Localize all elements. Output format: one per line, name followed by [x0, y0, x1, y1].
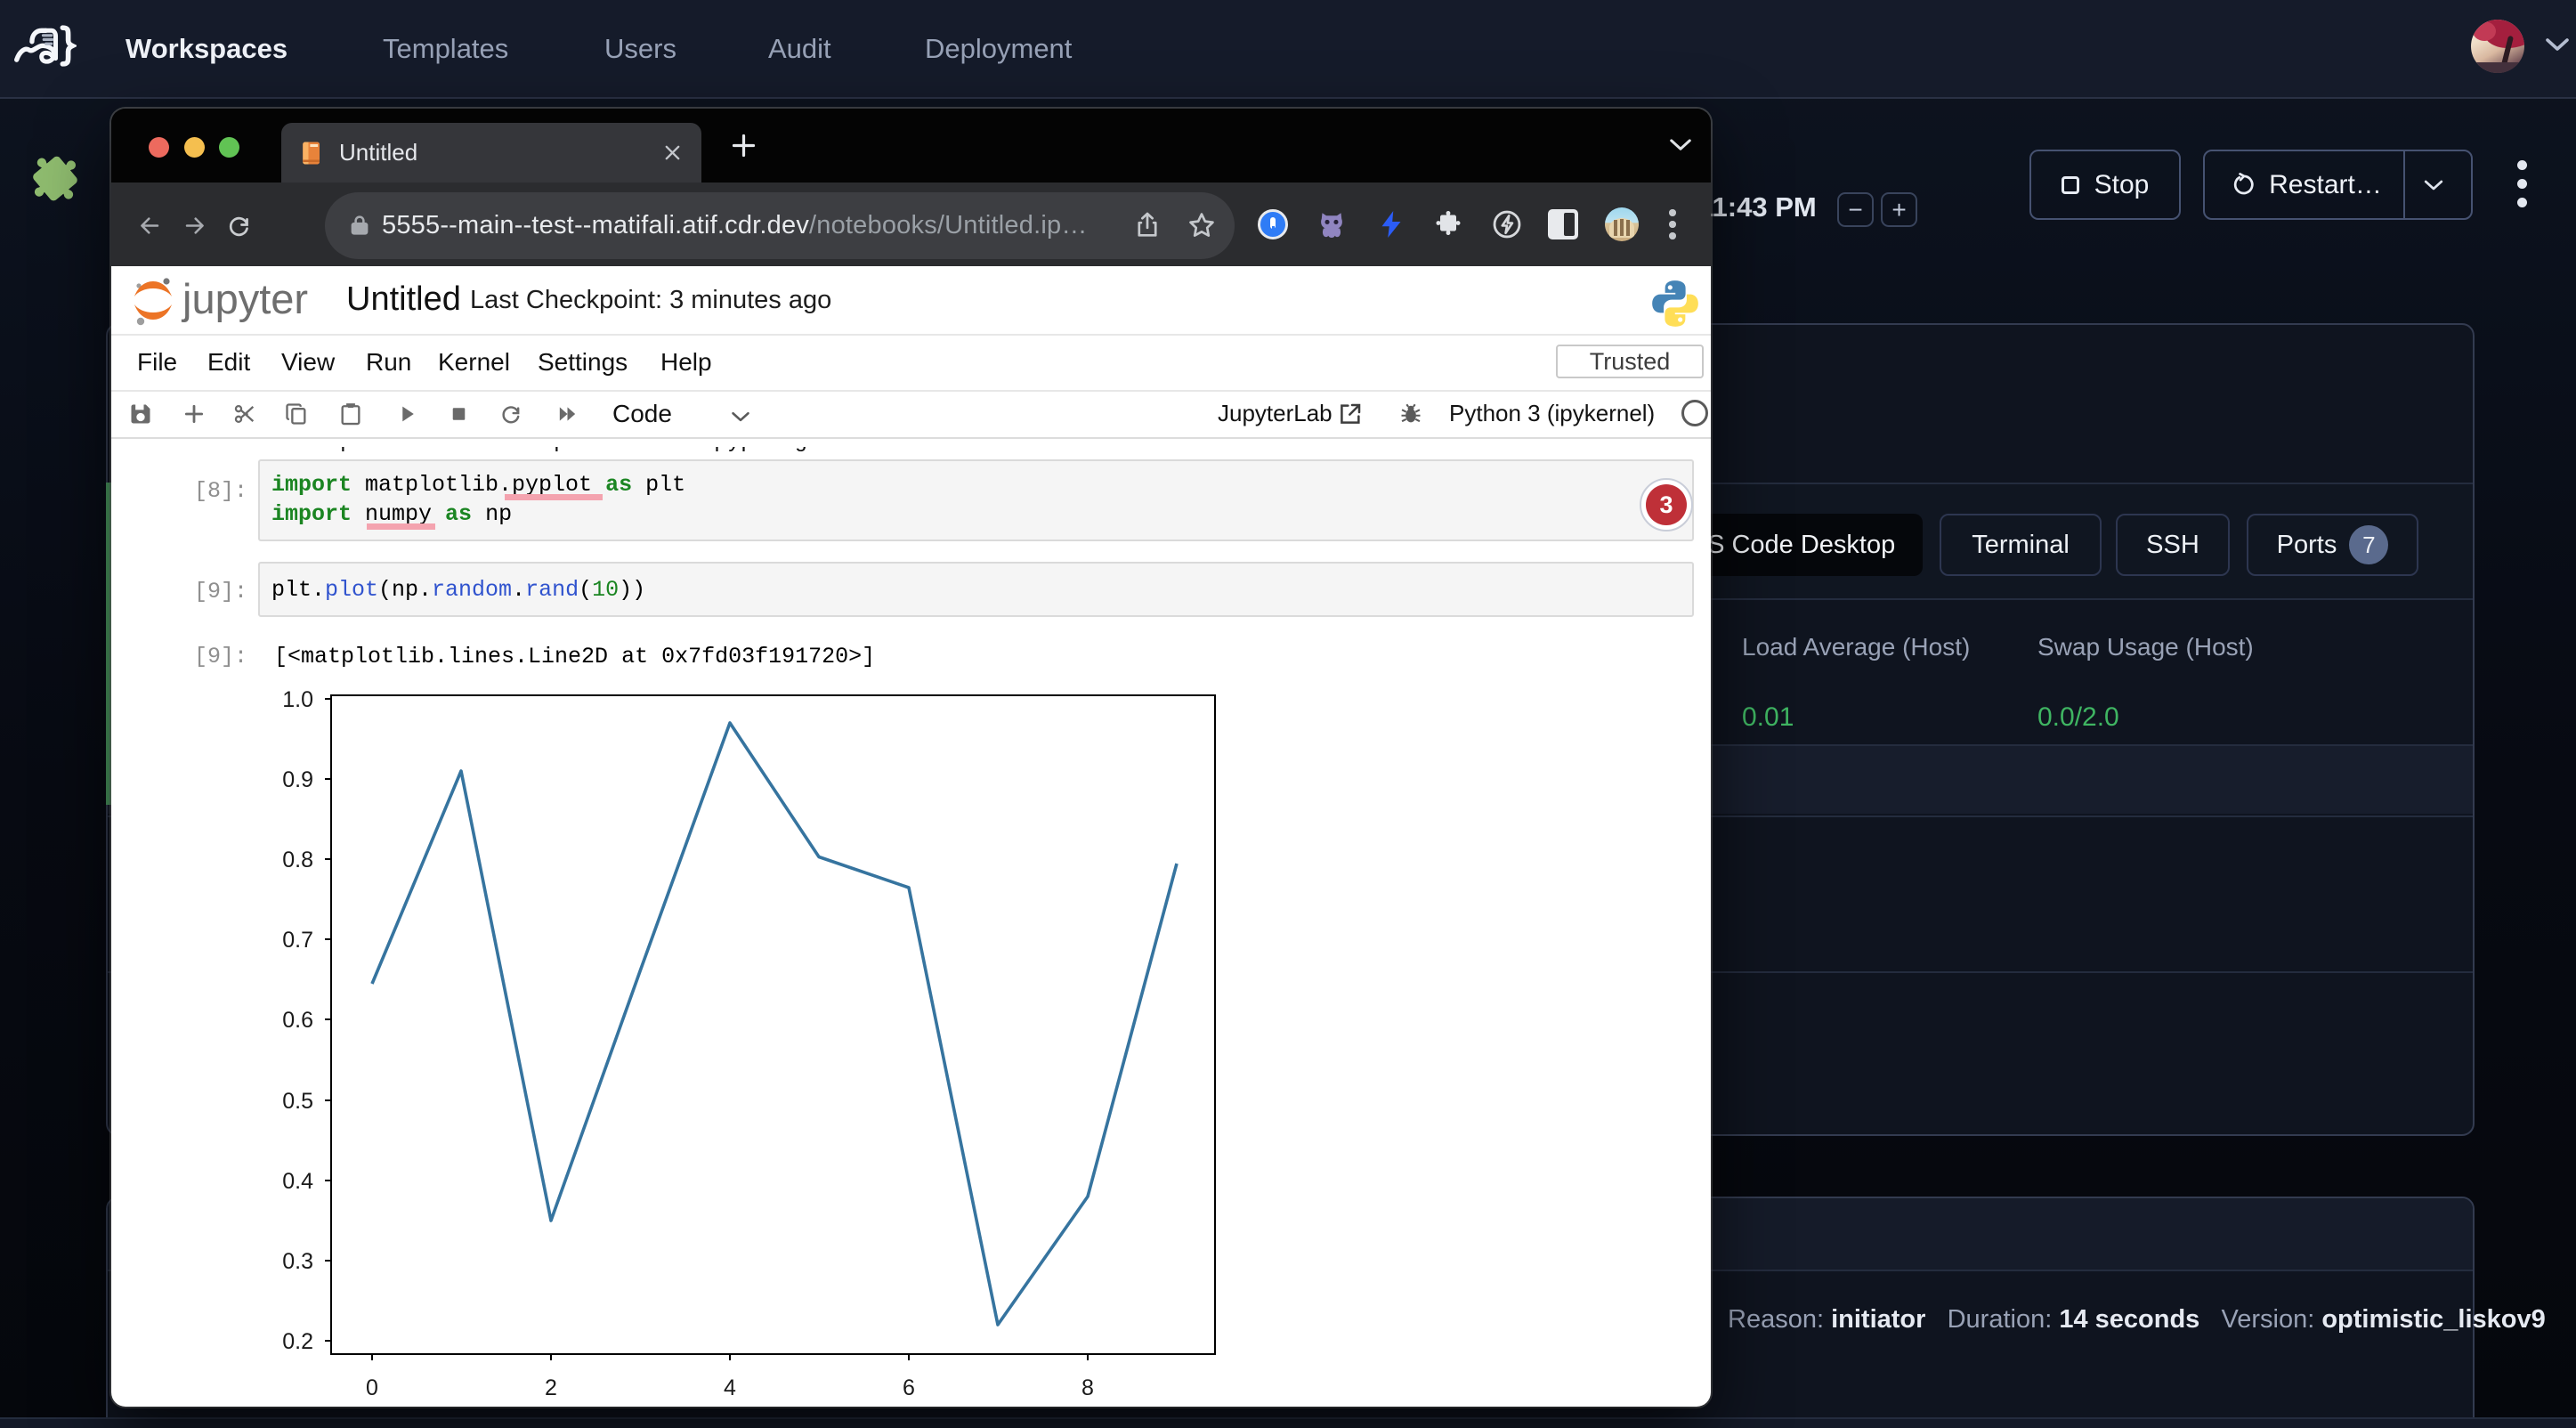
svg-text:6: 6	[903, 1375, 915, 1400]
svg-text:0.6: 0.6	[282, 1008, 313, 1033]
svg-text:2: 2	[545, 1375, 557, 1400]
svg-text:0.4: 0.4	[282, 1169, 313, 1194]
svg-text:0.7: 0.7	[282, 928, 313, 953]
svg-text:1.0: 1.0	[282, 687, 313, 712]
svg-text:0.2: 0.2	[282, 1329, 313, 1354]
svg-text:0.8: 0.8	[282, 848, 313, 872]
svg-text:0.5: 0.5	[282, 1089, 313, 1114]
svg-text:0: 0	[366, 1375, 378, 1400]
svg-text:0.3: 0.3	[282, 1249, 313, 1274]
svg-text:0.9: 0.9	[282, 767, 313, 792]
svg-text:4: 4	[724, 1375, 736, 1400]
svg-text:8: 8	[1081, 1375, 1094, 1400]
